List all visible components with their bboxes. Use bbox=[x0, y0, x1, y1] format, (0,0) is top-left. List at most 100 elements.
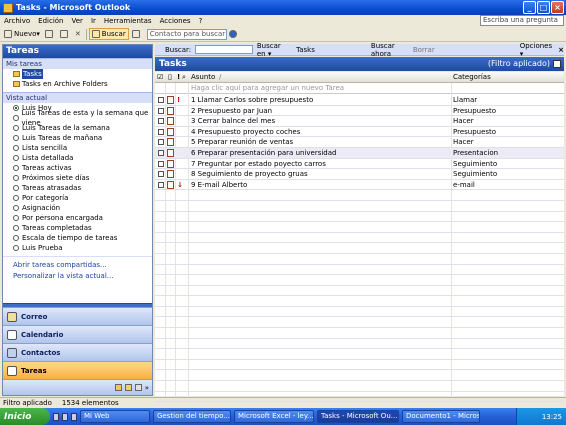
task-row[interactable]: 7 Preguntar por estado poyecto carros Seg… bbox=[155, 159, 564, 170]
clear-button[interactable]: Borrar bbox=[413, 46, 435, 54]
maximize-button[interactable]: □ bbox=[537, 1, 550, 14]
view-option[interactable]: Tareas activas bbox=[3, 163, 152, 173]
address-book-button[interactable] bbox=[130, 28, 144, 40]
view-option[interactable]: Tareas atrasadas bbox=[3, 183, 152, 193]
new-task-row[interactable]: Haga clic aquí para agregar un nuevo Tar… bbox=[155, 83, 564, 94]
view-option[interactable]: Por categoría bbox=[3, 193, 152, 203]
folder-list-icon[interactable] bbox=[124, 384, 132, 391]
delete-button[interactable]: ✕ bbox=[73, 28, 83, 40]
complete-checkbox[interactable] bbox=[158, 128, 164, 135]
print-button[interactable] bbox=[43, 28, 57, 40]
configure-buttons-icon[interactable]: » bbox=[145, 384, 149, 392]
complete-checkbox[interactable] bbox=[158, 149, 164, 156]
new-button[interactable]: Nuevo ▾ bbox=[2, 28, 42, 40]
radio-icon[interactable] bbox=[13, 115, 19, 121]
radio-icon[interactable] bbox=[13, 145, 19, 151]
title-bar[interactable]: Tasks - Microsoft Outlook _ □ × bbox=[0, 0, 566, 15]
complete-checkbox[interactable] bbox=[158, 118, 164, 125]
open-shared-tasks-link[interactable]: Abrir tareas compartidas... bbox=[3, 260, 152, 271]
quicklaunch-desktop-icon[interactable] bbox=[62, 412, 68, 421]
pane-correo[interactable]: Correo bbox=[3, 307, 152, 325]
task-row[interactable]: ↓ 9 E-mail Alberto e-mail bbox=[155, 180, 564, 191]
taskbar-item-miweb[interactable]: Mi Web bbox=[80, 410, 150, 423]
task-row[interactable]: 4 Presupuesto proyecto coches Presupuesto bbox=[155, 127, 564, 138]
complete-checkbox[interactable] bbox=[158, 160, 164, 167]
complete-column-icon[interactable]: ☑ bbox=[157, 73, 163, 81]
task-row[interactable]: 8 Seguimiento de proyecto gruas Seguimien… bbox=[155, 169, 564, 180]
view-option[interactable]: Asignación bbox=[3, 203, 152, 213]
start-button[interactable]: Inicio bbox=[0, 408, 50, 425]
task-row[interactable]: 5 Preparar reunión de ventas Hacer bbox=[155, 137, 564, 148]
radio-icon[interactable] bbox=[13, 155, 19, 161]
my-tasks-header[interactable]: Mis tareas bbox=[3, 58, 152, 69]
view-option[interactable]: Por persona encargada bbox=[3, 213, 152, 223]
folder-tasks-archive[interactable]: Tasks en Archive Folders bbox=[3, 79, 152, 89]
menu-ir[interactable]: Ir bbox=[91, 17, 96, 25]
radio-icon[interactable] bbox=[13, 105, 19, 111]
view-option[interactable]: Próximos siete días bbox=[3, 173, 152, 183]
view-option[interactable]: Luis Prueba bbox=[3, 243, 152, 253]
taskbar-item-outlook[interactable]: Tasks - Microsoft Ou... bbox=[317, 410, 399, 423]
move-button[interactable] bbox=[58, 28, 72, 40]
attachment-column-icon[interactable]: ⌕ bbox=[182, 73, 186, 82]
complete-checkbox[interactable] bbox=[158, 139, 164, 146]
contact-search-input[interactable]: Contacto para buscar bbox=[146, 28, 227, 40]
complete-checkbox[interactable] bbox=[158, 171, 164, 178]
search-now-button[interactable]: Buscar ahora bbox=[371, 42, 409, 58]
ask-question-input[interactable]: Escriba una pregunta bbox=[480, 15, 564, 26]
help-button[interactable] bbox=[227, 28, 241, 40]
notes-icon[interactable] bbox=[114, 384, 122, 391]
taskbar-item-word[interactable]: Documento1 - Micros... bbox=[402, 410, 480, 423]
task-row[interactable]: 3 Cerrar balnce del mes Hacer bbox=[155, 116, 564, 127]
folder-tasks[interactable]: Tasks bbox=[3, 69, 152, 79]
menu-archivo[interactable]: Archivo bbox=[4, 17, 30, 25]
quicklaunch-ie-icon[interactable] bbox=[53, 412, 59, 421]
menu-ver[interactable]: Ver bbox=[72, 17, 83, 25]
complete-checkbox[interactable] bbox=[158, 107, 164, 114]
shortcuts-icon[interactable] bbox=[134, 384, 142, 391]
find-input[interactable] bbox=[195, 45, 253, 54]
customize-view-link[interactable]: Personalizar la vista actual... bbox=[3, 271, 152, 282]
view-option[interactable]: Lista sencilla bbox=[3, 143, 152, 153]
radio-icon[interactable] bbox=[13, 215, 19, 221]
complete-checkbox[interactable] bbox=[158, 97, 164, 103]
view-option[interactable]: Lista detallada bbox=[3, 153, 152, 163]
importance-column-icon[interactable]: ! bbox=[177, 73, 180, 81]
radio-icon[interactable] bbox=[13, 175, 19, 181]
taskbar-item-gestion[interactable]: Gestion del tiempo.... bbox=[153, 410, 231, 423]
options-dropdown[interactable]: Opciones ▾ bbox=[520, 42, 552, 58]
complete-checkbox[interactable] bbox=[158, 181, 164, 188]
task-row[interactable]: ! 1 Llamar Carlos sobre presupuesto Llamar bbox=[155, 95, 564, 106]
radio-icon[interactable] bbox=[13, 235, 19, 241]
col-subject[interactable]: Asunto bbox=[191, 73, 215, 81]
menu-acciones[interactable]: Acciones bbox=[160, 17, 191, 25]
task-row[interactable]: 2 Presupuesto par Juan Presupuesto bbox=[155, 106, 564, 117]
close-button[interactable]: × bbox=[551, 1, 564, 14]
menu-herramientas[interactable]: Herramientas bbox=[104, 17, 152, 25]
radio-icon[interactable] bbox=[13, 245, 19, 251]
task-row[interactable]: 6 Preparar presentación para universidad… bbox=[155, 147, 564, 159]
pane-calendario[interactable]: Calendario bbox=[3, 325, 152, 343]
view-option[interactable]: Tareas completadas bbox=[3, 223, 152, 233]
pane-tareas[interactable]: Tareas bbox=[3, 361, 152, 379]
icon-column-icon[interactable]: ▯ bbox=[168, 73, 172, 81]
current-view-header[interactable]: Vista actual bbox=[3, 92, 152, 103]
view-option[interactable]: Escala de tiempo de tareas bbox=[3, 233, 152, 243]
view-option[interactable]: Luis Tareas de esta y la semana que vien… bbox=[3, 109, 152, 127]
quicklaunch-media-icon[interactable] bbox=[71, 412, 77, 421]
menu-help[interactable]: ? bbox=[199, 17, 203, 25]
minimize-button[interactable]: _ bbox=[523, 1, 536, 14]
radio-icon[interactable] bbox=[13, 165, 19, 171]
close-find-icon[interactable]: × bbox=[558, 46, 564, 54]
radio-icon[interactable] bbox=[13, 195, 19, 201]
find-button[interactable]: Buscar bbox=[88, 28, 129, 40]
radio-icon[interactable] bbox=[13, 205, 19, 211]
pane-contactos[interactable]: Contactos bbox=[3, 343, 152, 361]
taskbar-item-excel[interactable]: Microsoft Excel - ley... bbox=[234, 410, 314, 423]
col-category[interactable]: Categorías bbox=[453, 73, 491, 81]
radio-icon[interactable] bbox=[13, 225, 19, 231]
radio-icon[interactable] bbox=[13, 125, 19, 131]
radio-icon[interactable] bbox=[13, 135, 19, 141]
radio-icon[interactable] bbox=[13, 185, 19, 191]
view-option[interactable]: Luis Tareas de mañana bbox=[3, 133, 152, 143]
